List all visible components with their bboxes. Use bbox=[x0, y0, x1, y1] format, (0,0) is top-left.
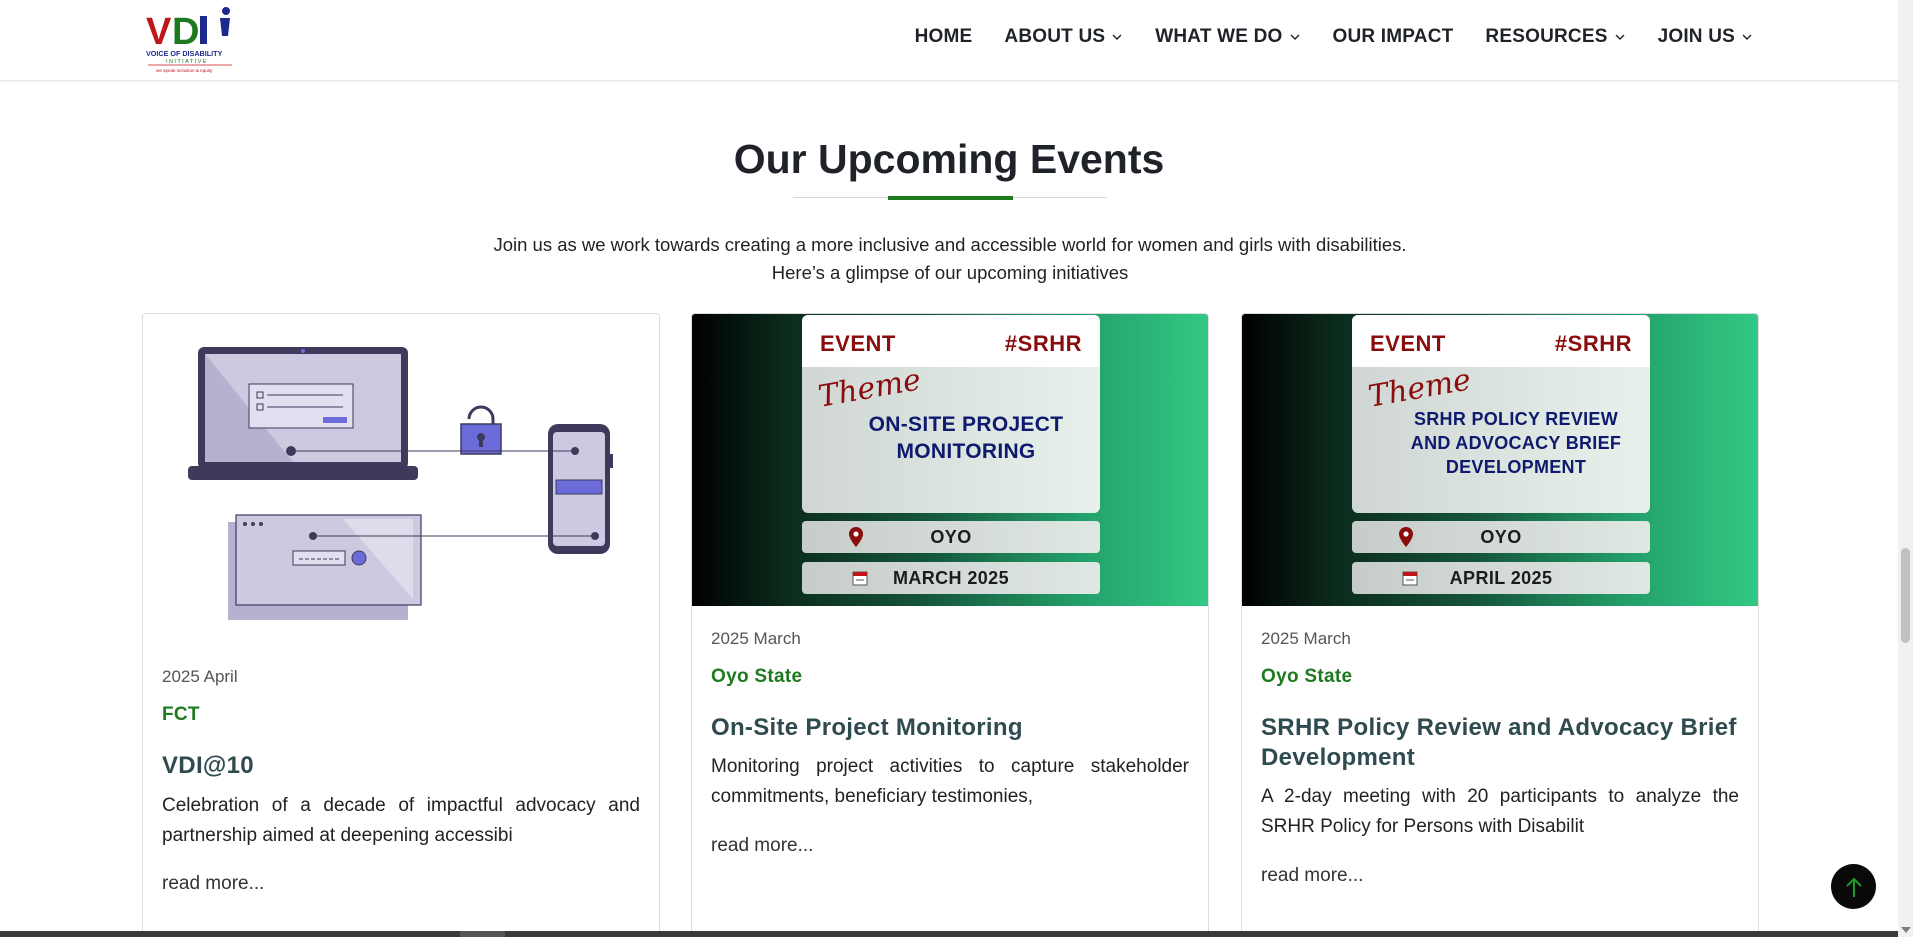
event-poster: EVENT #SRHR Theme SRHR POLICY REVIEW AND… bbox=[1242, 314, 1758, 606]
section-subtitle: Join us as we work towards creating a mo… bbox=[493, 234, 1407, 283]
event-card-srhr-policy-review[interactable]: EVENT #SRHR Theme SRHR POLICY REVIEW AND… bbox=[1241, 313, 1759, 937]
site-header: V D VOICE OF DISABILITY INITIATIVE we sp… bbox=[0, 0, 1898, 81]
back-to-top-button[interactable] bbox=[1831, 864, 1876, 909]
poster-hashtag: #SRHR bbox=[1004, 331, 1082, 356]
event-title[interactable]: SRHR Policy Review and Advocacy Brief De… bbox=[1261, 713, 1739, 773]
poster-panel: EVENT #SRHR Theme ON-SITE PROJECT MONITO… bbox=[802, 315, 1100, 513]
chevron-down-icon bbox=[1290, 34, 1299, 40]
event-description: A 2-day meeting with 20 participants to … bbox=[1261, 786, 1739, 837]
nav-item-about-us[interactable]: ABOUT US bbox=[1004, 26, 1123, 48]
nav-item-home[interactable]: HOME bbox=[915, 26, 973, 48]
read-more-link[interactable]: read more... bbox=[711, 835, 813, 857]
nav-item-resources[interactable]: RESOURCES bbox=[1485, 26, 1625, 48]
svg-text:VOICE OF DISABILITY: VOICE OF DISABILITY bbox=[146, 49, 222, 58]
main-nav: HOME ABOUT US WHAT WE DO OUR IMPACT RESOURCE… bbox=[883, 26, 1753, 48]
section-title: Our Upcoming Events bbox=[733, 136, 1165, 182]
poster-event-label: EVENT bbox=[1370, 331, 1446, 356]
read-more-link[interactable]: read more... bbox=[162, 873, 264, 895]
chevron-down-icon bbox=[1112, 34, 1122, 40]
svg-text:we speak inclusion & equity: we speak inclusion & equity bbox=[156, 68, 213, 73]
nav-item-our-impact[interactable]: OUR IMPACT bbox=[1333, 26, 1454, 48]
site-logo[interactable]: V D VOICE OF DISABILITY INITIATIVE we sp… bbox=[144, 4, 236, 74]
title-divider-accent bbox=[888, 196, 1013, 200]
nav-item-what-we-do[interactable]: WHAT WE DO bbox=[1155, 26, 1300, 48]
poster-heading: SRHR POLICY REVIEW AND ADVOCACY BRIEF DE… bbox=[1410, 409, 1622, 477]
event-title[interactable]: On-Site Project Monitoring bbox=[711, 713, 1189, 743]
event-location: FCT bbox=[162, 704, 200, 725]
poster-location-pill: OYO bbox=[802, 521, 1100, 553]
event-location: Oyo State bbox=[711, 666, 803, 687]
poster-event-label: EVENT bbox=[820, 331, 896, 356]
event-card-onsite-monitoring[interactable]: EVENT #SRHR Theme ON-SITE PROJECT MONITO… bbox=[691, 313, 1209, 937]
poster-when: APRIL 2025 bbox=[1449, 568, 1553, 588]
scroll-down-arrow-icon[interactable] bbox=[1901, 927, 1911, 933]
event-card-vdi10[interactable]: 2025 April FCT VDI@10 Celebration of a d… bbox=[142, 313, 660, 937]
poster-background: EVENT #SRHR Theme SRHR POLICY REVIEW AND… bbox=[1242, 314, 1758, 606]
poster-heading: ON-SITE PROJECT MONITORING bbox=[868, 413, 1064, 463]
svg-text:INITIATIVE: INITIATIVE bbox=[166, 59, 208, 65]
event-title[interactable]: VDI@10 bbox=[162, 751, 640, 781]
scrollbar-thumb[interactable] bbox=[1901, 548, 1910, 643]
read-more-link[interactable]: read more... bbox=[1261, 865, 1363, 887]
poster-place: OYO bbox=[930, 527, 972, 547]
poster-when: MARCH 2025 bbox=[892, 568, 1010, 588]
event-date: 2025 March bbox=[711, 629, 801, 648]
event-poster: EVENT #SRHR Theme ON-SITE PROJECT MONITO… bbox=[692, 314, 1208, 606]
event-date: 2025 April bbox=[162, 667, 238, 686]
event-description: Celebration of a decade of impactful adv… bbox=[162, 795, 640, 846]
poster-place: OYO bbox=[1480, 527, 1522, 547]
page-scrollbar[interactable] bbox=[1898, 0, 1913, 937]
svg-text:D: D bbox=[172, 11, 199, 53]
event-illustration bbox=[143, 314, 659, 644]
chevron-down-icon bbox=[1615, 34, 1625, 40]
event-date: 2025 March bbox=[1261, 629, 1351, 648]
event-description: Monitoring project activities to capture… bbox=[711, 756, 1189, 807]
event-location: Oyo State bbox=[1261, 666, 1353, 687]
arrow-up-icon bbox=[1845, 877, 1862, 897]
horizontal-scrollbar[interactable] bbox=[0, 931, 1898, 937]
poster-panel: EVENT #SRHR Theme SRHR POLICY REVIEW AND… bbox=[1352, 315, 1650, 513]
poster-location-pill: OYO bbox=[1352, 521, 1650, 553]
chevron-down-icon bbox=[1742, 34, 1752, 40]
logo-letter-v: V bbox=[146, 11, 172, 53]
devices-illustration bbox=[188, 347, 613, 620]
poster-date-pill: APRIL 2025 bbox=[1352, 562, 1650, 594]
nav-item-join-us[interactable]: JOIN US bbox=[1658, 26, 1753, 48]
poster-background: EVENT #SRHR Theme ON-SITE PROJECT MONITO… bbox=[692, 314, 1208, 606]
poster-theme-word: Theme bbox=[815, 362, 924, 415]
poster-date-pill: MARCH 2025 bbox=[802, 562, 1100, 594]
poster-hashtag: #SRHR bbox=[1554, 331, 1632, 356]
